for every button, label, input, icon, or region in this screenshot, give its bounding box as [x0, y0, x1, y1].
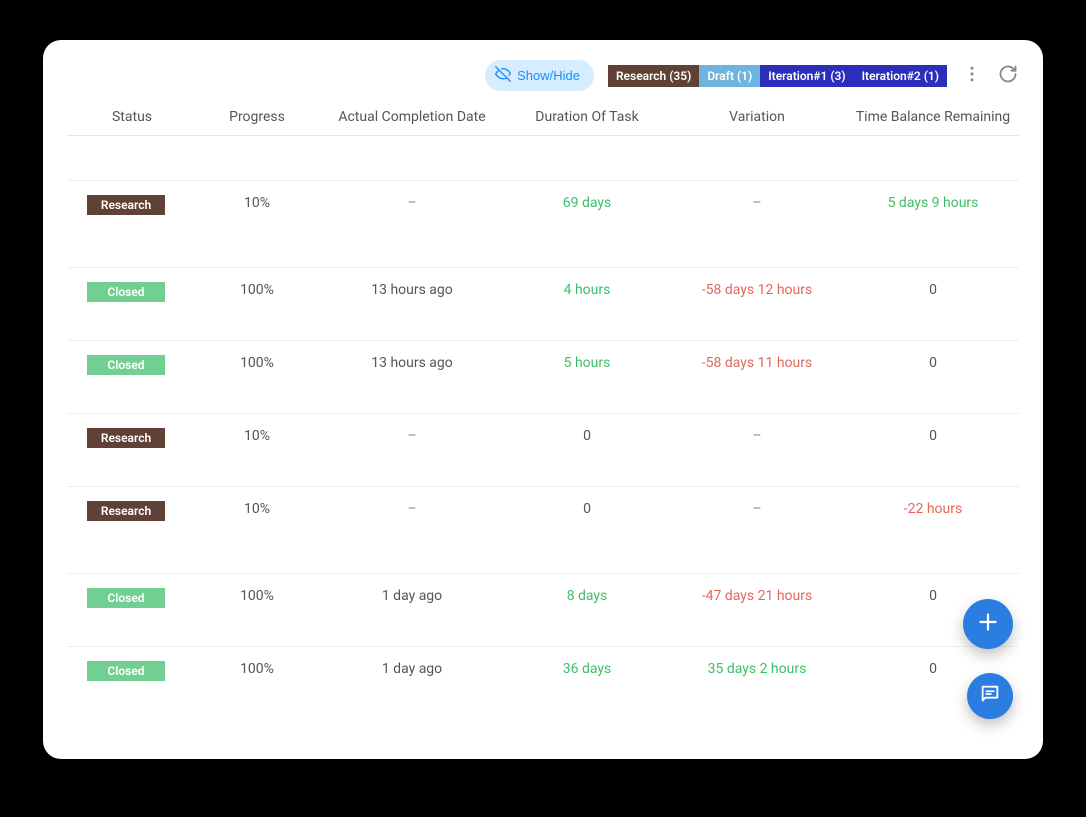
variation-cell: 35 days 2 hours — [667, 661, 847, 677]
duration-cell: 69 days — [507, 195, 667, 211]
variation-cell: -58 days 11 hours — [667, 355, 847, 371]
duration-cell: 4 hours — [507, 282, 667, 298]
variation-cell: – — [667, 428, 847, 444]
row-gap — [67, 559, 1019, 573]
col-header-status[interactable]: Status — [67, 109, 197, 125]
completion-date-cell: – — [317, 195, 507, 211]
duration-cell: 5 hours — [507, 355, 667, 371]
time-balance-cell: 0 — [847, 282, 1019, 298]
legend-chip[interactable]: Iteration#2 (1) — [854, 65, 947, 87]
table-row[interactable]: Closed 100%1 day ago36 days35 days 2 hour… — [67, 646, 1019, 719]
task-table: Status Progress Actual Completion Date D… — [67, 109, 1019, 719]
legend-chip[interactable]: Draft (1) — [699, 65, 760, 87]
status-badge: Closed — [87, 282, 165, 302]
col-header-variation[interactable]: Variation — [667, 109, 847, 125]
chat-icon — [979, 683, 1001, 709]
progress-cell: 100% — [197, 282, 317, 298]
add-fab[interactable] — [963, 599, 1013, 649]
variation-cell: -58 days 12 hours — [667, 282, 847, 298]
completion-date-cell: – — [317, 428, 507, 444]
table-row[interactable]: Research10%–0–0 — [67, 413, 1019, 486]
duration-cell: 36 days — [507, 661, 667, 677]
eye-off-icon — [495, 66, 511, 85]
row-gap — [67, 166, 1019, 180]
row-gap — [67, 253, 1019, 267]
variation-cell: – — [667, 501, 847, 517]
chat-fab[interactable] — [967, 673, 1013, 719]
show-hide-button[interactable]: Show/Hide — [485, 60, 594, 91]
table-row[interactable]: Research10%–0–-22 hours — [67, 486, 1019, 559]
duration-cell: 8 days — [507, 588, 667, 604]
status-badge: Research — [87, 195, 165, 215]
duration-cell: 0 — [507, 501, 667, 517]
progress-cell: 100% — [197, 588, 317, 604]
col-header-progress[interactable]: Progress — [197, 109, 317, 125]
progress-cell: 100% — [197, 355, 317, 371]
more-vertical-icon — [962, 64, 982, 88]
status-legend: Research (35)Draft (1)Iteration#1 (3)Ite… — [608, 65, 947, 87]
refresh-icon — [998, 64, 1018, 88]
table-row[interactable]: Closed 100%13 hours ago4 hours-58 days 12… — [67, 267, 1019, 340]
progress-cell: 10% — [197, 501, 317, 517]
more-button[interactable] — [961, 65, 983, 87]
status-badge: Research — [87, 501, 165, 521]
status-badge: Closed — [87, 588, 165, 608]
legend-chip[interactable]: Research (35) — [608, 65, 699, 87]
time-balance-cell: -22 hours — [847, 501, 1019, 517]
refresh-button[interactable] — [997, 65, 1019, 87]
task-panel: Show/Hide Research (35)Draft (1)Iteratio… — [43, 40, 1043, 759]
completion-date-cell: – — [317, 501, 507, 517]
col-header-duration[interactable]: Duration Of Task — [507, 109, 667, 125]
duration-cell: 0 — [507, 428, 667, 444]
table-header: Status Progress Actual Completion Date D… — [67, 109, 1019, 136]
table-row[interactable]: Closed 100%13 hours ago5 hours-58 days 11… — [67, 340, 1019, 413]
time-balance-cell: 0 — [847, 428, 1019, 444]
plus-icon — [975, 609, 1001, 639]
show-hide-label: Show/Hide — [517, 68, 580, 83]
table-row[interactable]: Closed 100%1 day ago8 days-47 days 21 hou… — [67, 573, 1019, 646]
table-row[interactable]: Research10%–69 days–5 days 9 hours — [67, 180, 1019, 253]
toolbar: Show/Hide Research (35)Draft (1)Iteratio… — [67, 60, 1019, 91]
table-body: Research10%–69 days–5 days 9 hoursClosed… — [67, 166, 1019, 719]
progress-cell: 10% — [197, 428, 317, 444]
completion-date-cell: 1 day ago — [317, 661, 507, 677]
completion-date-cell: 1 day ago — [317, 588, 507, 604]
completion-date-cell: 13 hours ago — [317, 355, 507, 371]
time-balance-cell: 0 — [847, 355, 1019, 371]
variation-cell: -47 days 21 hours — [667, 588, 847, 604]
legend-chip[interactable]: Iteration#1 (3) — [760, 65, 853, 87]
progress-cell: 10% — [197, 195, 317, 211]
progress-cell: 100% — [197, 661, 317, 677]
completion-date-cell: 13 hours ago — [317, 282, 507, 298]
col-header-balance[interactable]: Time Balance Remaining — [847, 109, 1019, 125]
variation-cell: – — [667, 195, 847, 211]
status-badge: Closed — [87, 355, 165, 375]
status-badge: Research — [87, 428, 165, 448]
time-balance-cell: 5 days 9 hours — [847, 195, 1019, 211]
col-header-date[interactable]: Actual Completion Date — [317, 109, 507, 125]
status-badge: Closed — [87, 661, 165, 681]
